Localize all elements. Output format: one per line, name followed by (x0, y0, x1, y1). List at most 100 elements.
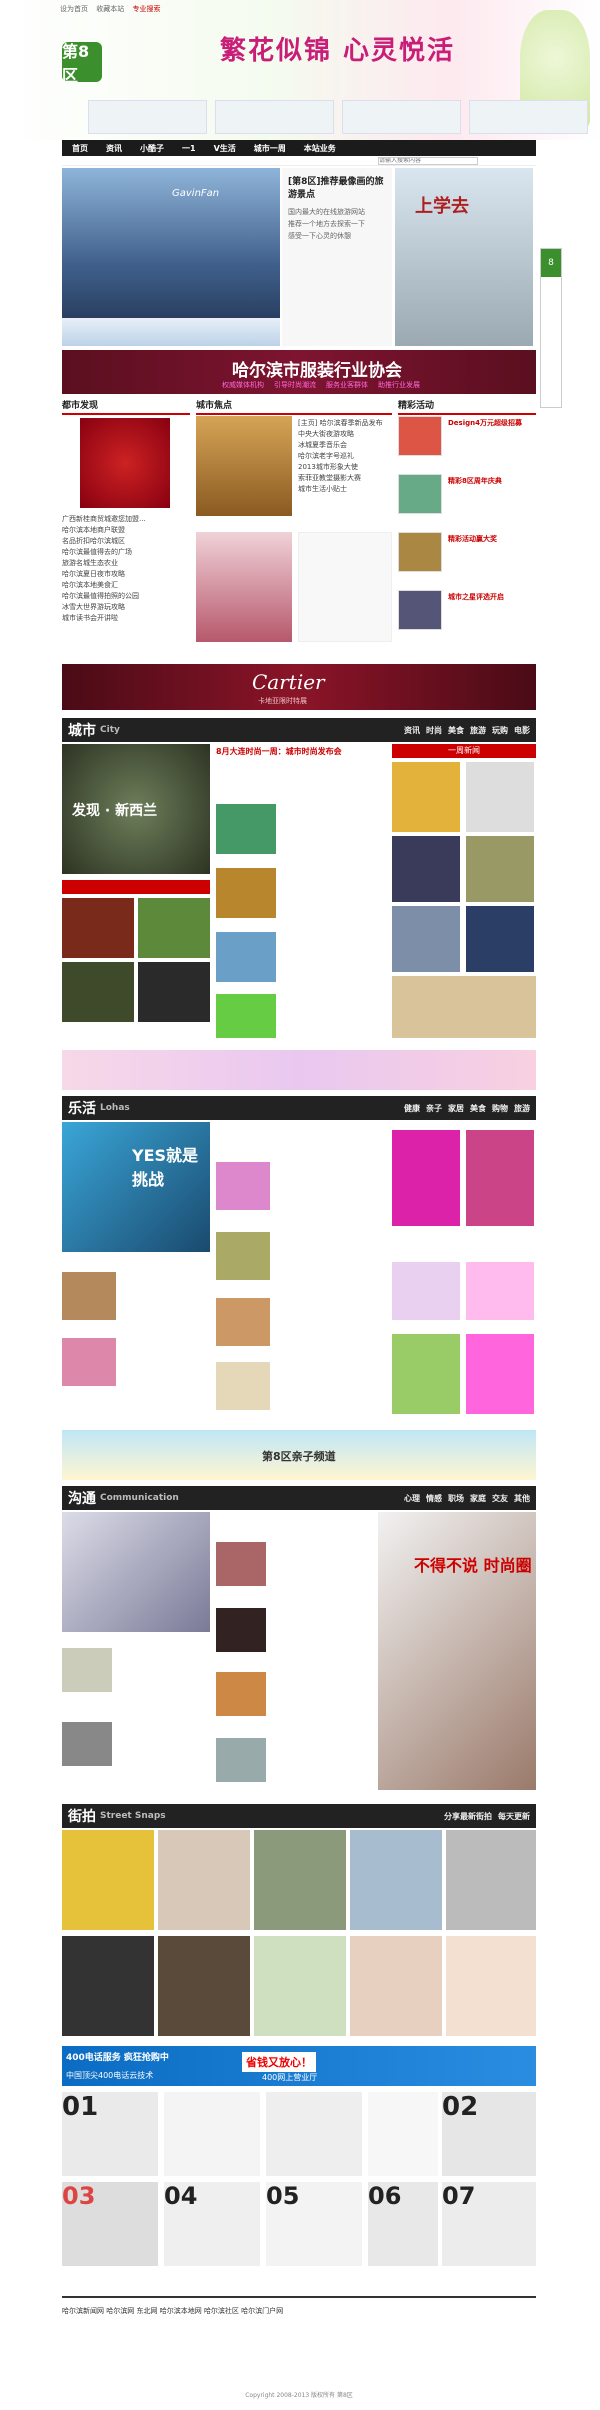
list-item[interactable]: 城市读书会开讲啦 (62, 613, 190, 624)
tab-comm-friends[interactable]: 交友 (492, 1493, 508, 1504)
lohas-poster-1[interactable] (392, 1130, 460, 1226)
tab-lohas-home[interactable]: 家居 (448, 1103, 464, 1114)
list-item[interactable]: [主页] 哈尔滨春季新品发布 (298, 418, 392, 429)
list-item[interactable]: 旅游名城生态农业 (62, 558, 190, 569)
list-item[interactable]: 城市生活小贴士 (298, 484, 392, 495)
lohas-thumb-2[interactable] (216, 1232, 270, 1280)
city-feature-image[interactable]: 发现 · 新西兰 (62, 744, 210, 874)
activity-thumb-1[interactable] (398, 416, 442, 456)
top-link-home[interactable]: 设为首页 (60, 5, 88, 13)
city-book-4[interactable] (466, 836, 534, 902)
tab-city-travel[interactable]: 旅游 (470, 725, 486, 736)
top-link-fav[interactable]: 收藏本站 (96, 5, 124, 13)
list-item[interactable]: 哈尔滨最值得拍照的公园 (62, 591, 190, 602)
footer-link[interactable]: 哈尔滨新闻网 (62, 2307, 104, 2315)
gallery-01[interactable]: 01 (62, 2092, 158, 2176)
side-floating-widget[interactable]: 8 (540, 248, 562, 408)
city-kitchen-ad[interactable] (392, 976, 536, 1038)
tab-street-share[interactable]: 分享最新街拍 (444, 1811, 492, 1822)
cat-box-4[interactable] (469, 100, 588, 134)
tab-comm-psych[interactable]: 心理 (404, 1493, 420, 1504)
street-img-2[interactable] (158, 1830, 250, 1930)
activity-title-3[interactable]: 精彩活动赢大奖 (448, 534, 497, 544)
footer-link[interactable]: 哈尔滨社区 (204, 2307, 239, 2315)
tab-city-fashion[interactable]: 时尚 (426, 725, 442, 736)
gallery-05[interactable]: 05 (266, 2182, 362, 2266)
street-img-6[interactable] (62, 1936, 154, 2036)
city-food-3[interactable] (62, 962, 134, 1022)
street-img-3[interactable] (254, 1830, 346, 1930)
tab-comm-work[interactable]: 职场 (448, 1493, 464, 1504)
tab-lohas-travel[interactable]: 旅游 (514, 1103, 530, 1114)
nav-business[interactable]: 本站业务 (304, 143, 336, 154)
list-item[interactable]: 中央大街夜游攻略 (298, 429, 392, 440)
city-book-6[interactable] (466, 906, 534, 972)
nav-yi[interactable]: 一1 (182, 143, 196, 154)
city-headline[interactable]: 8月大连时尚一周：城市时尚发布会 (216, 746, 384, 757)
lohas-thumb-3[interactable] (216, 1298, 270, 1346)
comm-thumb-5[interactable] (216, 1672, 266, 1716)
list-item[interactable]: 哈尔滨夏日夜市攻略 (62, 569, 190, 580)
gallery-tile-c[interactable] (368, 2092, 438, 2176)
promo-strip-1[interactable] (62, 1050, 536, 1090)
tab-lohas-kids[interactable]: 亲子 (426, 1103, 442, 1114)
list-item[interactable]: 哈尔滨最值得去的广场 (62, 547, 190, 558)
comm-thumb-1[interactable] (62, 1648, 112, 1692)
city-news-tab[interactable]: 一周新闻 (392, 744, 536, 758)
nav-news[interactable]: 资讯 (106, 143, 122, 154)
cat-box-3[interactable] (342, 100, 461, 134)
gallery-02[interactable]: 02 (442, 2092, 536, 2176)
gallery-04[interactable]: 04 (164, 2182, 260, 2266)
tab-street-daily[interactable]: 每天更新 (498, 1811, 530, 1822)
tab-city-food[interactable]: 美食 (448, 725, 464, 736)
city-food-2[interactable] (138, 898, 210, 958)
street-img-7[interactable] (158, 1936, 250, 2036)
tab-comm-love[interactable]: 情感 (426, 1493, 442, 1504)
list-item[interactable]: 哈尔滨本地商户联盟 (62, 525, 190, 536)
lohas-poster-3[interactable] (392, 1262, 460, 1320)
nav-home[interactable]: 首页 (72, 143, 88, 154)
cat-box-1[interactable] (88, 100, 207, 134)
tab-comm-family[interactable]: 家庭 (470, 1493, 486, 1504)
gallery-tile-a[interactable] (164, 2092, 260, 2176)
street-img-4[interactable] (350, 1830, 442, 1930)
city-book-1[interactable] (392, 762, 460, 832)
kids-banner[interactable]: 第8区亲子频道 (62, 1430, 536, 1480)
footer-link[interactable]: 东北网 (136, 2307, 157, 2315)
street-img-10[interactable] (446, 1936, 536, 2036)
city-thumb-b[interactable] (216, 868, 276, 918)
association-banner[interactable]: 哈尔滨市服装行业协会 权威媒体机构 引导时尚潮流 服务业客群体 助推行业发展 (62, 350, 536, 394)
city-thumb-a[interactable] (216, 804, 276, 854)
focus-image-2[interactable] (196, 532, 292, 642)
street-img-1[interactable] (62, 1830, 154, 1930)
cartier-banner[interactable]: Cartier 卡地亚限时特展 (62, 664, 536, 710)
site-logo[interactable]: 第8区 (62, 42, 102, 85)
tab-city-shop[interactable]: 玩购 (492, 725, 508, 736)
tab-lohas-shop[interactable]: 购物 (492, 1103, 508, 1114)
list-item[interactable]: 哈尔滨本地美食汇 (62, 580, 190, 591)
list-item[interactable]: 2013城市形象大使 (298, 462, 392, 473)
gallery-07[interactable]: 07 (442, 2182, 536, 2266)
tab-lohas-food[interactable]: 美食 (470, 1103, 486, 1114)
lohas-thumb-4[interactable] (216, 1362, 270, 1410)
tab-comm-other[interactable]: 其他 (514, 1493, 530, 1504)
gallery-03[interactable]: 03 (62, 2182, 158, 2266)
lohas-thumb-5[interactable] (62, 1272, 116, 1320)
city-discover-image[interactable] (80, 418, 170, 508)
comm-gossip-poster[interactable]: 不得不说 时尚圈 (378, 1512, 536, 1790)
comm-thumb-4[interactable] (216, 1608, 266, 1652)
activity-thumb-4[interactable] (398, 590, 442, 630)
lohas-poster-2[interactable] (466, 1130, 534, 1226)
comm-thumb-3[interactable] (216, 1542, 266, 1586)
gallery-tile-b[interactable] (266, 2092, 362, 2176)
comm-feature-image[interactable] (62, 1512, 210, 1632)
list-item[interactable]: 冰城夏季音乐会 (298, 440, 392, 451)
lohas-feature-image[interactable]: YES就是挑战 (62, 1122, 210, 1252)
street-img-9[interactable] (350, 1936, 442, 2036)
comm-thumb-6[interactable] (216, 1738, 266, 1782)
lohas-poster-6[interactable] (466, 1334, 534, 1414)
ad-400-banner[interactable]: 400电话服务 疯狂抢购中 省钱又放心！ 中国顶尖400电话云技术 400网上营… (62, 2046, 536, 2086)
activity-thumb-2[interactable] (398, 474, 442, 514)
footer-link[interactable]: 哈尔滨网 (106, 2307, 134, 2315)
city-food-1[interactable] (62, 898, 134, 958)
